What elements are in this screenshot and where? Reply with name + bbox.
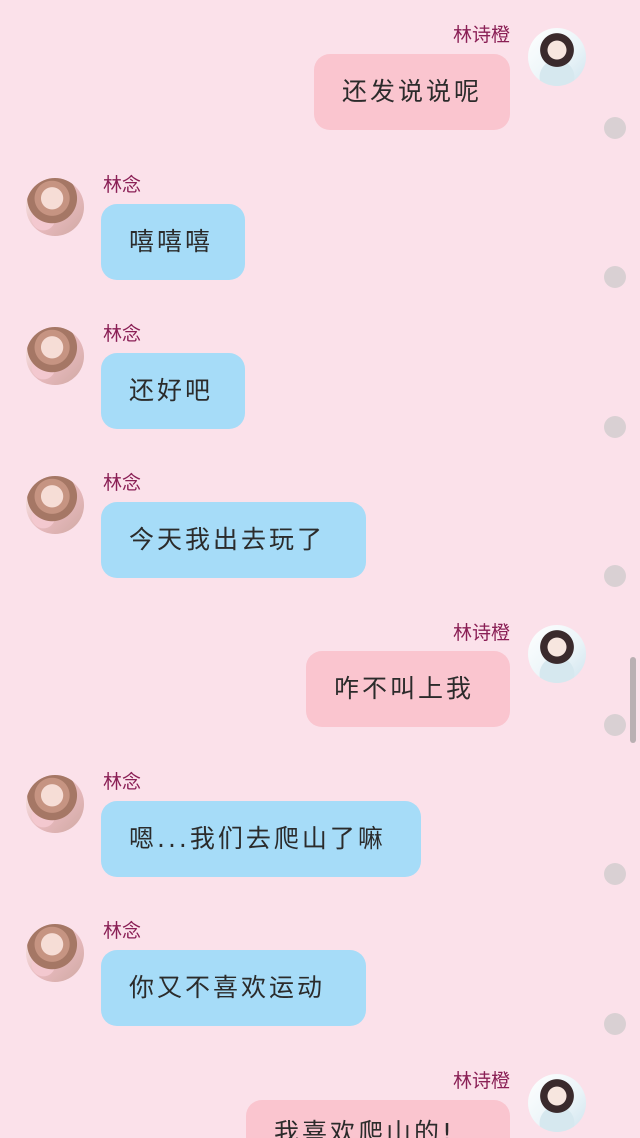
- avatar[interactable]: [26, 924, 84, 982]
- status-indicator-icon: [604, 1013, 626, 1035]
- status-indicator-icon: [604, 117, 626, 139]
- avatar[interactable]: [26, 775, 84, 833]
- avatar[interactable]: [26, 178, 84, 236]
- avatar[interactable]: [528, 28, 586, 86]
- status-indicator-icon: [604, 714, 626, 736]
- message-bubble[interactable]: 还好吧: [101, 353, 245, 429]
- status-indicator-icon: [604, 863, 626, 885]
- sender-name: 林念: [103, 472, 142, 494]
- sender-name: 林诗橙: [452, 24, 510, 46]
- message-bubble[interactable]: 你又不喜欢运动: [101, 950, 366, 1026]
- sender-name: 林念: [103, 771, 142, 793]
- message-bubble[interactable]: 嗯...我们去爬山了嘛: [101, 801, 421, 877]
- message-bubble[interactable]: 我喜欢爬山的!: [246, 1100, 510, 1138]
- message-bubble[interactable]: 还发说说呢: [313, 54, 510, 130]
- sender-name: 林念: [103, 323, 142, 345]
- avatar[interactable]: [528, 625, 586, 683]
- scrollbar[interactable]: [630, 657, 636, 743]
- sender-name: 林诗橙: [452, 1070, 510, 1092]
- avatar[interactable]: [26, 327, 84, 385]
- message-bubble[interactable]: 今天我出去玩了: [101, 502, 366, 578]
- sender-name: 林念: [103, 174, 142, 196]
- status-indicator-icon: [604, 416, 626, 438]
- status-indicator-icon: [604, 266, 626, 288]
- sender-name: 林诗橙: [452, 622, 510, 644]
- message-bubble[interactable]: 咋不叫上我: [306, 651, 510, 727]
- avatar[interactable]: [26, 476, 84, 534]
- status-indicator-icon: [604, 565, 626, 587]
- sender-name: 林念: [103, 920, 142, 942]
- message-bubble[interactable]: 嘻嘻嘻: [101, 204, 245, 280]
- avatar[interactable]: [528, 1074, 586, 1132]
